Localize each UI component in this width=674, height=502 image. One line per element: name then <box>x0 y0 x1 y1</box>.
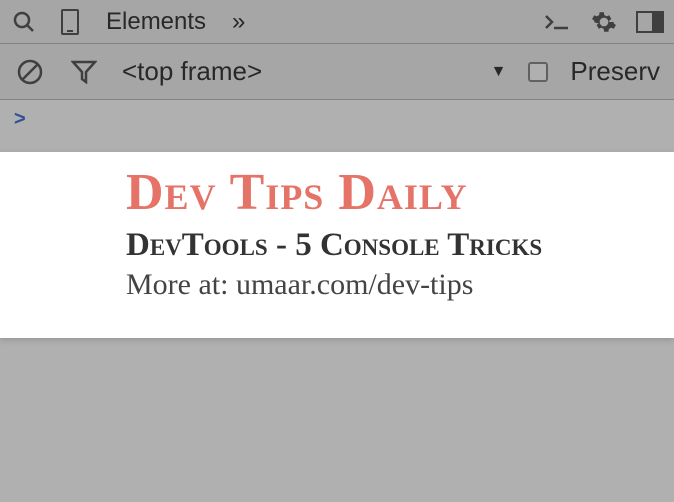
gear-icon[interactable] <box>588 6 620 38</box>
device-icon[interactable] <box>54 6 86 38</box>
toolbar-console: <top frame> ▼ Preserv <box>0 44 674 100</box>
filter-icon[interactable] <box>68 56 100 88</box>
preserve-log-checkbox[interactable] <box>528 62 548 82</box>
clear-console-icon[interactable] <box>14 56 46 88</box>
tab-overflow[interactable]: » <box>226 8 251 36</box>
overlay-title: Dev Tips Daily <box>126 164 674 221</box>
tab-elements[interactable]: Elements <box>100 8 212 36</box>
drawer-toggle-icon[interactable] <box>542 6 574 38</box>
title-overlay: Dev Tips Daily DevTools - 5 Console Tric… <box>0 152 674 338</box>
frame-selector-label: <top frame> <box>122 56 262 87</box>
toolbar-main: Elements » <box>0 0 674 44</box>
dock-icon[interactable] <box>634 6 666 38</box>
chevron-down-icon[interactable]: ▼ <box>491 63 507 81</box>
search-icon[interactable] <box>8 6 40 38</box>
overlay-more: More at: umaar.com/dev-tips <box>126 268 674 302</box>
frame-selector[interactable]: <top frame> <box>122 56 469 87</box>
preserve-log-label: Preserv <box>570 56 660 87</box>
console-prompt: > <box>14 108 26 130</box>
overlay-subtitle: DevTools - 5 Console Tricks <box>126 227 674 264</box>
